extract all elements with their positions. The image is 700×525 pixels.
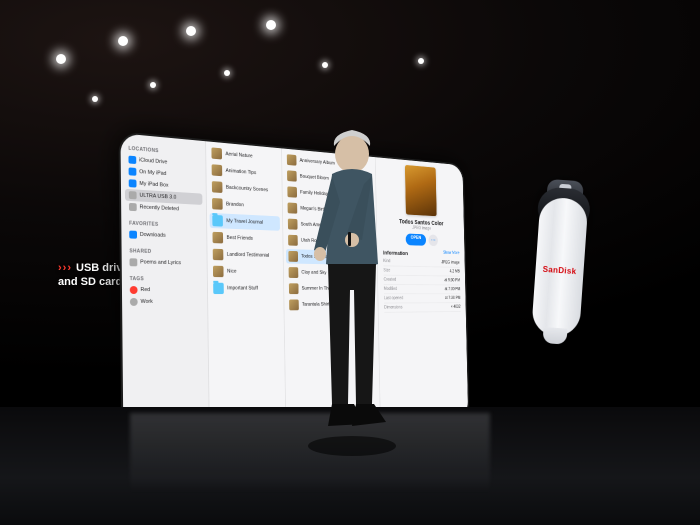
thumb-icon bbox=[211, 147, 222, 159]
file-kind: JPEG image bbox=[412, 226, 431, 232]
caption-arrows-icon: ››› bbox=[58, 262, 72, 276]
show-more-link[interactable]: Show More bbox=[443, 250, 459, 255]
thumb-icon bbox=[212, 232, 223, 244]
usb-drive-graphic: SanDisk bbox=[522, 178, 598, 350]
list-item[interactable]: Best Friends bbox=[210, 230, 280, 247]
files-sidebar: Locations iCloud Drive On My iPad My iPa… bbox=[120, 133, 209, 448]
sidebar-item-shared[interactable]: Poems and Lyrics bbox=[126, 256, 204, 269]
folder-icon bbox=[213, 283, 224, 294]
sidebar-tags-head: Tags bbox=[126, 274, 204, 284]
list-item[interactable]: Landlord Testimonial bbox=[210, 247, 280, 264]
more-actions-icon[interactable]: ⋯ bbox=[428, 234, 437, 246]
list-item[interactable]: Important Stuff bbox=[210, 281, 280, 296]
column-1: Aerial Nature Animation Tips Backcountry… bbox=[206, 141, 286, 441]
list-item-selected[interactable]: My Travel Journal bbox=[210, 213, 280, 231]
stage-scene: ›››USB drives and SD cards Locations iCl… bbox=[0, 0, 700, 525]
tag-dot-icon bbox=[130, 286, 138, 294]
box-icon bbox=[129, 179, 137, 187]
list-item[interactable]: Backcountry Scenes bbox=[209, 179, 279, 198]
sidebar-tag-red[interactable]: Red bbox=[126, 284, 204, 296]
ipad-icon bbox=[129, 167, 137, 175]
thumb-icon bbox=[212, 198, 223, 210]
presenter-figure bbox=[292, 124, 412, 474]
thumb-icon bbox=[212, 164, 223, 176]
list-item[interactable]: Nice bbox=[210, 264, 280, 280]
caption-line2: and SD cards bbox=[58, 276, 128, 288]
folder-icon bbox=[212, 215, 223, 227]
people-icon bbox=[129, 258, 137, 266]
sidebar-item-downloads[interactable]: Downloads bbox=[125, 228, 203, 242]
trash-icon bbox=[129, 203, 137, 211]
cloud-icon bbox=[128, 156, 136, 164]
thumb-icon bbox=[213, 266, 224, 277]
list-item[interactable]: Brandon bbox=[209, 196, 279, 215]
downloads-icon bbox=[129, 231, 137, 239]
tag-dot-icon bbox=[130, 298, 138, 306]
drive-icon bbox=[129, 191, 137, 199]
sidebar-tag-work[interactable]: Work bbox=[126, 296, 204, 308]
thumb-icon bbox=[213, 249, 224, 261]
thumb-icon bbox=[212, 181, 223, 193]
